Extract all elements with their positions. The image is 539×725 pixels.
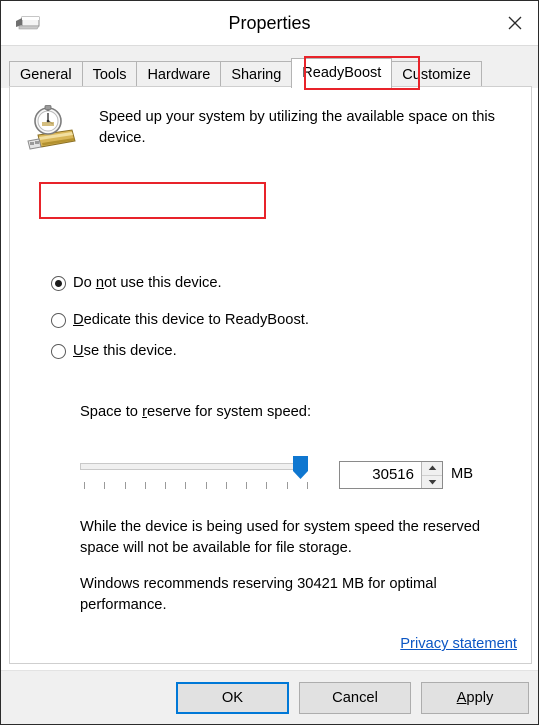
radio-label-do-not-use: Do not use this device. (73, 275, 222, 291)
tab-hardware[interactable]: Hardware (136, 61, 222, 88)
privacy-statement-link[interactable]: Privacy statement (400, 636, 517, 652)
radio-dedicate-to-readyboost[interactable]: Dedicate this device to ReadyBoost. (51, 312, 309, 328)
properties-dialog: Properties General Tools Hardware Sharin… (0, 0, 539, 725)
radio-indicator-unselected (51, 312, 66, 328)
tab-customize[interactable]: Customize (391, 61, 482, 88)
radio-do-not-use-this-device[interactable]: Do not use this device. (51, 275, 222, 291)
slider-track (80, 463, 306, 470)
tab-sharing[interactable]: Sharing (220, 61, 293, 88)
stopwatch-usb-drive-icon (22, 104, 80, 158)
reserve-space-value[interactable]: 30516 (340, 462, 421, 488)
window-title: Properties (228, 13, 311, 33)
space-to-reserve-label: Space to reserve for system speed: (80, 404, 312, 420)
tab-tools[interactable]: Tools (81, 61, 138, 88)
radio-label-dedicate: Dedicate this device to ReadyBoost. (73, 312, 309, 328)
readyboost-panel: Speed up your system by utilizing the av… (9, 86, 532, 664)
spinner-up-arrow-icon[interactable] (422, 462, 442, 476)
panel-description: Speed up your system by utilizing the av… (99, 109, 495, 146)
apply-button[interactable]: Apply (421, 682, 529, 714)
spinner-buttons (421, 462, 442, 488)
slider-tick-marks (84, 482, 308, 490)
radio-label-use-this-device: Use this device. (73, 343, 177, 359)
reserve-space-spinner[interactable]: 30516 (339, 461, 443, 489)
tab-general[interactable]: General (9, 61, 83, 88)
tab-readyboost[interactable]: ReadyBoost (291, 58, 393, 88)
reserved-space-note: While the device is being used for syste… (80, 519, 481, 556)
cancel-button[interactable]: Cancel (299, 682, 411, 714)
radio-use-this-device[interactable]: Use this device. (51, 343, 177, 359)
radio-indicator-unselected (51, 343, 66, 359)
reserve-space-slider[interactable] (80, 453, 312, 489)
spinner-down-arrow-icon[interactable] (422, 475, 442, 488)
radio-indicator-selected (51, 275, 66, 291)
dialog-footer: OK Cancel Apply (1, 670, 538, 724)
reserve-space-unit: MB (451, 466, 474, 482)
recommendation-note: Windows recommends reserving 30421 MB fo… (80, 576, 437, 613)
tab-list: General Tools Hardware Sharing ReadyBoos… (9, 58, 482, 88)
close-button[interactable] (492, 1, 538, 44)
slider-thumb[interactable] (292, 455, 309, 480)
ok-button[interactable]: OK (176, 682, 289, 714)
title-bar: Properties (1, 1, 538, 45)
tab-strip: General Tools Hardware Sharing ReadyBoos… (1, 45, 538, 88)
